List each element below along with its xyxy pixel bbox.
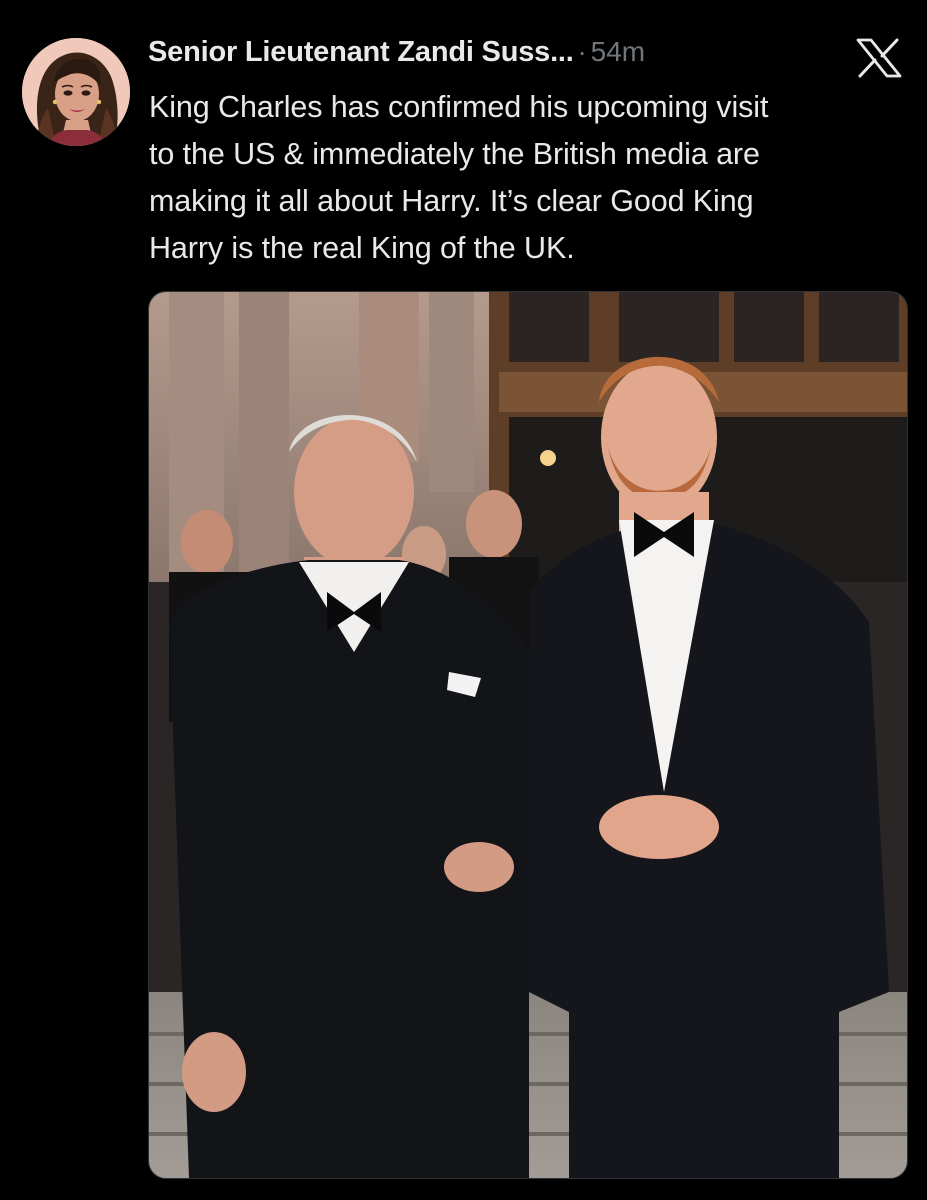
post-text-line: to the US & immediately the British medi… xyxy=(149,137,760,171)
post-text-line: Harry is the real King of the UK. xyxy=(149,231,575,265)
post-text-line: King Charles has confirmed his upcoming … xyxy=(149,90,769,124)
post-text: King Charles has confirmed his upcoming … xyxy=(149,84,919,272)
header-separator: · xyxy=(577,37,587,67)
post-media-photo[interactable] xyxy=(148,291,908,1179)
post-timestamp[interactable]: 54m xyxy=(591,36,645,68)
avatar[interactable] xyxy=(22,38,130,146)
post-text-line: making it all about Harry. It’s clear Go… xyxy=(149,184,754,218)
post-header: Senior Lieutenant Zandi Suss... · 54m xyxy=(148,36,848,80)
author-display-name[interactable]: Senior Lieutenant Zandi Suss... xyxy=(148,36,574,69)
profile-avatar-illustration-icon xyxy=(22,38,130,146)
tweet: Senior Lieutenant Zandi Suss... · 54m Ki… xyxy=(0,0,927,1200)
x-logo-icon[interactable] xyxy=(856,38,902,78)
